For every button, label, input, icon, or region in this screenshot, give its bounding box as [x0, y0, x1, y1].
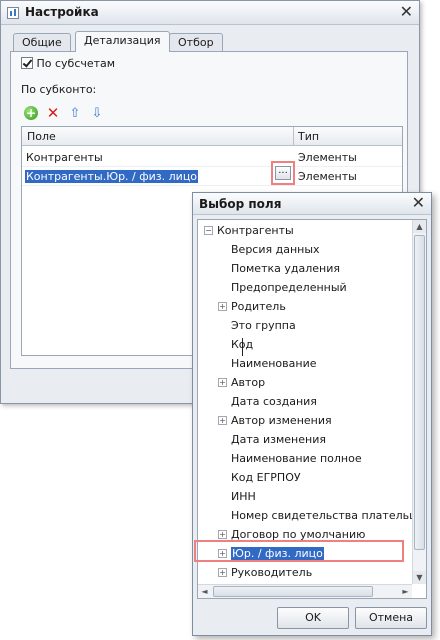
horizontal-scrollbar[interactable]: ◄ ►	[198, 584, 412, 598]
scroll-down-arrow-icon[interactable]: ▼	[413, 571, 426, 584]
field-picker-title: Выбор поля	[199, 197, 282, 211]
scroll-left-arrow-icon[interactable]: ◄	[198, 585, 211, 598]
tree-item-label: Версия данных	[231, 243, 320, 256]
tree-item-label: Дата изменения	[231, 433, 326, 446]
tree-item[interactable]: Дата создания	[218, 393, 317, 411]
ok-button[interactable]: OK	[277, 607, 349, 629]
choose-field-ellipsis-button[interactable]: ...	[275, 166, 291, 180]
tree-item-label: Дата создания	[231, 395, 317, 408]
collapse-icon[interactable]: −	[204, 226, 213, 235]
by-subkonto-label: По субконто:	[21, 83, 97, 96]
tree-item-label: Договор по умолчанию	[231, 528, 366, 541]
expand-icon[interactable]: +	[218, 416, 227, 425]
tree-item[interactable]: Дата изменения	[218, 431, 326, 449]
tree-item-label: Юр. / физ. лицо	[231, 547, 324, 560]
tree-item-label: Родитель	[231, 300, 286, 313]
delete-button[interactable]: ✕	[45, 104, 61, 122]
tree-item[interactable]: + Договор по умолчанию	[218, 526, 365, 544]
row-type: Элементы	[298, 151, 357, 164]
tree-root-item[interactable]: − Контрагенты	[204, 222, 294, 240]
tree-item-label: ИНН	[231, 490, 256, 503]
by-subaccounts-checkbox-row[interactable]: По субсчетам	[21, 57, 115, 70]
move-up-button[interactable]: ⇧	[67, 105, 83, 121]
arrow-up-icon: ⇧	[69, 105, 81, 121]
tab-general[interactable]: Общие	[13, 33, 71, 51]
expand-icon[interactable]: +	[218, 530, 227, 539]
column-header-type[interactable]: Тип	[298, 130, 319, 143]
field-picker-dialog: Выбор поля ✕ − Контрагенты Версия данных П…	[192, 192, 432, 636]
row-field: Контрагенты	[26, 151, 103, 164]
tree-item[interactable]: + Родитель	[218, 298, 286, 316]
tree-item[interactable]: ИНН	[218, 488, 256, 506]
tree-item-label: Автор	[231, 376, 266, 389]
tree-item-label: Автор изменения	[231, 414, 332, 427]
tree-item[interactable]: + Автор	[218, 374, 265, 392]
tree-item-label: Номер свидетельства плательщика	[231, 509, 427, 522]
table-row[interactable]: Контрагенты Элементы	[22, 148, 402, 167]
tree-item-label: Это группа	[231, 319, 296, 332]
expand-icon[interactable]: +	[218, 549, 227, 558]
field-tree: − Контрагенты Версия данных Пометка удален…	[197, 219, 427, 599]
move-down-button[interactable]: ⇩	[89, 105, 105, 121]
tree-item-label: Наименование	[231, 357, 317, 370]
row-field-editing[interactable]: Контрагенты.Юр. / физ. лицо	[25, 170, 199, 183]
horizontal-scroll-thumb[interactable]	[213, 586, 373, 597]
column-header-field[interactable]: Поле	[27, 130, 56, 143]
settings-title: Настройка	[25, 5, 99, 19]
tree-item[interactable]: + Руководитель	[218, 564, 312, 582]
vertical-scroll-thumb[interactable]	[414, 235, 425, 550]
tree-item[interactable]: Наименование полное	[218, 450, 362, 468]
field-picker-titlebar: Выбор поля ✕	[193, 193, 431, 215]
row-type: Элементы	[298, 170, 357, 183]
scroll-right-arrow-icon[interactable]: ►	[399, 585, 412, 598]
tree-item[interactable]: Версия данных	[218, 241, 320, 259]
tree-item[interactable]: Предопределенный	[218, 279, 347, 297]
expand-icon[interactable]: +	[218, 378, 227, 387]
tree-item-label: Руководитель	[231, 566, 313, 579]
tree-item[interactable]: Пометка удаления	[218, 260, 340, 278]
tree-item-label: Пометка удаления	[231, 262, 340, 275]
tree-item[interactable]: + Автор изменения	[218, 412, 332, 430]
table-row-selected[interactable]: Контрагенты.Юр. / физ. лицо Элементы	[22, 167, 402, 186]
grid-header: Поле Тип	[22, 127, 402, 146]
add-icon: +	[24, 106, 38, 120]
tab-filter[interactable]: Отбор	[169, 33, 223, 51]
cancel-button[interactable]: Отмена	[355, 607, 427, 629]
tree-item-label: Наименование полное	[231, 452, 362, 465]
tree-item[interactable]: Это группа	[218, 317, 296, 335]
tree-item-label: Предопределенный	[231, 281, 347, 294]
expand-icon[interactable]: +	[218, 568, 227, 577]
by-subaccounts-label: По субсчетам	[36, 57, 116, 70]
report-settings-icon	[7, 7, 19, 19]
scroll-up-arrow-icon[interactable]: ▲	[413, 220, 426, 233]
tree-item[interactable]: Номер свидетельства плательщика	[218, 507, 427, 525]
tree-item-label: Контрагенты	[217, 224, 294, 237]
add-button[interactable]: +	[23, 105, 39, 121]
tab-detailing[interactable]: Детализация	[75, 31, 170, 52]
arrow-down-icon: ⇩	[91, 105, 103, 121]
expand-icon[interactable]: +	[218, 302, 227, 311]
delete-icon: ✕	[46, 104, 60, 122]
vertical-scrollbar[interactable]: ▲ ▼	[412, 220, 426, 584]
text-cursor-icon	[242, 338, 244, 356]
field-picker-close-button[interactable]: ✕	[412, 193, 425, 212]
settings-titlebar: Настройка ✕	[1, 1, 419, 25]
tree-item-selected[interactable]: + Юр. / физ. лицо	[218, 545, 324, 563]
by-subaccounts-checkbox[interactable]	[21, 57, 33, 69]
tree-item[interactable]: Код ЕГРПОУ	[218, 469, 301, 487]
tree-item[interactable]: Код	[218, 336, 253, 354]
tree-item[interactable]: Наименование	[218, 355, 316, 373]
tree-item-label: Код ЕГРПОУ	[231, 471, 301, 484]
settings-close-button[interactable]: ✕	[400, 2, 413, 21]
column-separator[interactable]	[293, 127, 294, 146]
